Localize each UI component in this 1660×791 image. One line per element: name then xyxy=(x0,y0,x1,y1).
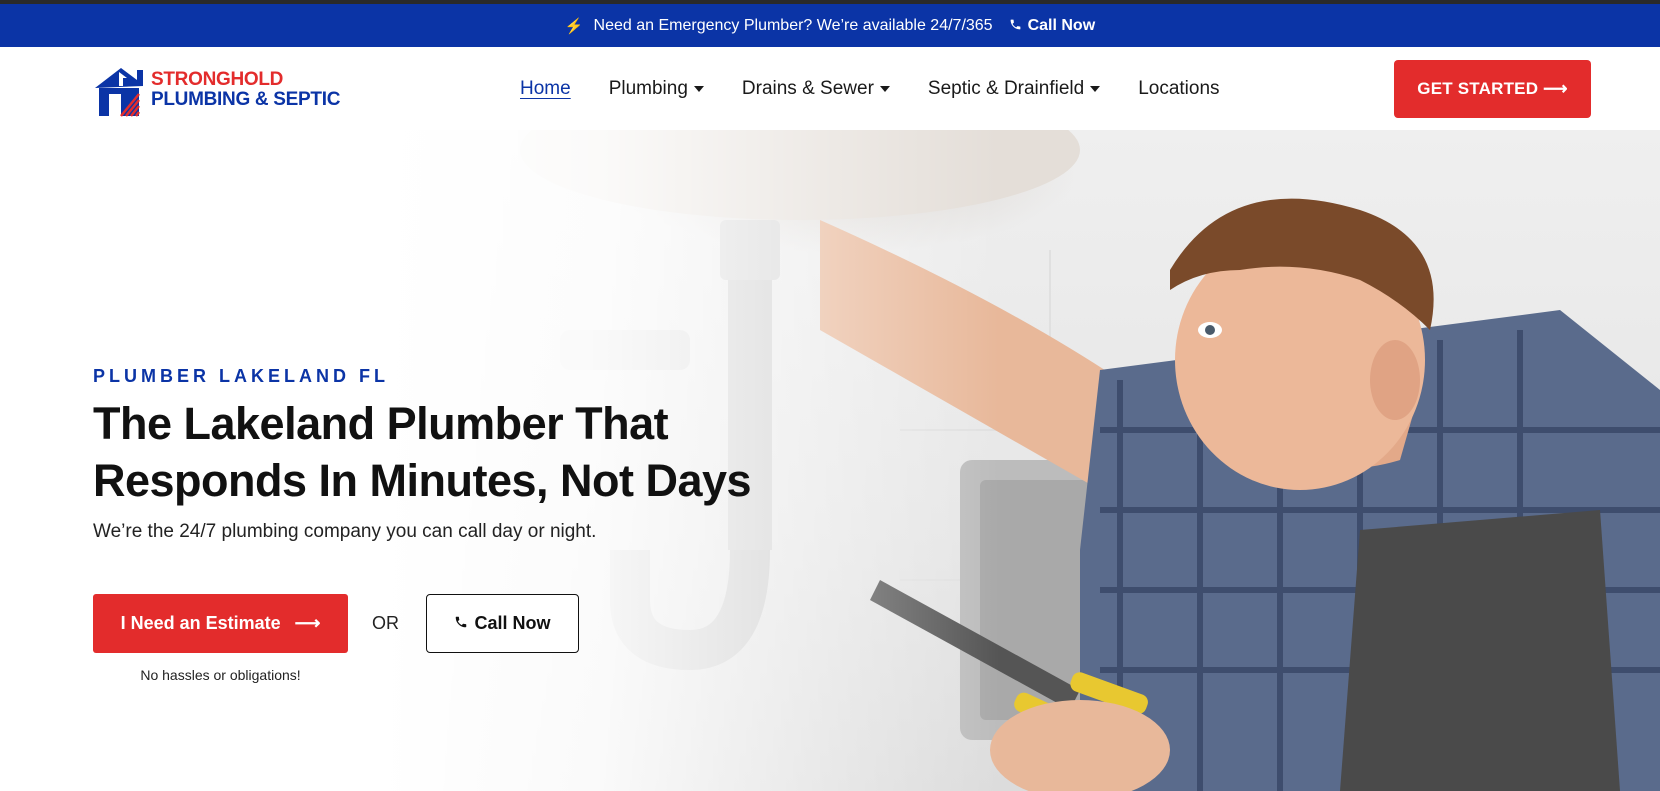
hero-headline: The Lakeland Plumber That Responds In Mi… xyxy=(93,398,752,506)
nav-item-septic-drainfield[interactable]: Septic & Drainfield xyxy=(927,77,1101,100)
nav-item-drains-sewer[interactable]: Drains & Sewer xyxy=(742,78,890,100)
nav-item-locations[interactable]: Locations xyxy=(1138,78,1219,100)
phone-icon xyxy=(1009,18,1022,34)
announcement-bar: ⚡ Need an Emergency Plumber? We’re avail… xyxy=(0,4,1660,47)
get-started-button[interactable]: GET STARTED ⟶ xyxy=(1394,60,1591,118)
brand-logo[interactable]: STRONGHOLD PLUMBING & SEPTIC xyxy=(93,62,373,118)
announcement-call-link[interactable]: Call Now xyxy=(1028,17,1096,35)
announcement-text: Need an Emergency Plumber? We’re availab… xyxy=(593,16,993,34)
estimate-button-label: I Need an Estimate xyxy=(120,613,281,633)
estimate-button[interactable]: I Need an Estimate ⟶ xyxy=(93,594,348,653)
caret-down-icon xyxy=(693,85,704,92)
nav-item-home[interactable]: Home xyxy=(520,78,571,100)
estimate-note: No hassles or obligations! xyxy=(140,667,301,683)
site-header: STRONGHOLD PLUMBING & SEPTIC Home Plumbi… xyxy=(0,47,1660,130)
main-nav: Home Plumbing Drains & Sewer Septic & Dr… xyxy=(520,47,1258,130)
phone-icon xyxy=(454,615,468,633)
hero-eyebrow: PLUMBER LAKELAND FL xyxy=(93,366,389,386)
house-logo-icon xyxy=(95,68,143,117)
nav-item-label: Home xyxy=(520,77,571,99)
nav-item-plumbing[interactable]: Plumbing xyxy=(609,78,704,100)
call-now-button[interactable]: Call Now xyxy=(426,594,579,653)
nav-item-label: Septic & Drainfield xyxy=(927,77,1085,99)
brand-line-2: PLUMBING & SEPTIC xyxy=(151,89,341,110)
arrow-right-icon: ⟶ xyxy=(294,613,321,633)
or-separator: OR xyxy=(372,613,399,633)
hero-subline: We’re the 24/7 plumbing company you can … xyxy=(93,521,597,542)
nav-item-label: Drains & Sewer xyxy=(741,77,874,99)
caret-down-icon xyxy=(1090,85,1101,92)
nav-item-label: Locations xyxy=(1138,77,1220,99)
brand-line-1: STRONGHOLD xyxy=(151,69,284,90)
caret-down-icon xyxy=(879,85,890,92)
lightning-icon: ⚡ xyxy=(564,17,584,35)
call-now-label: Call Now xyxy=(474,613,551,633)
hero-section: PLUMBER LAKELAND FL The Lakeland Plumber… xyxy=(0,130,1660,791)
nav-item-label: Plumbing xyxy=(608,77,688,99)
